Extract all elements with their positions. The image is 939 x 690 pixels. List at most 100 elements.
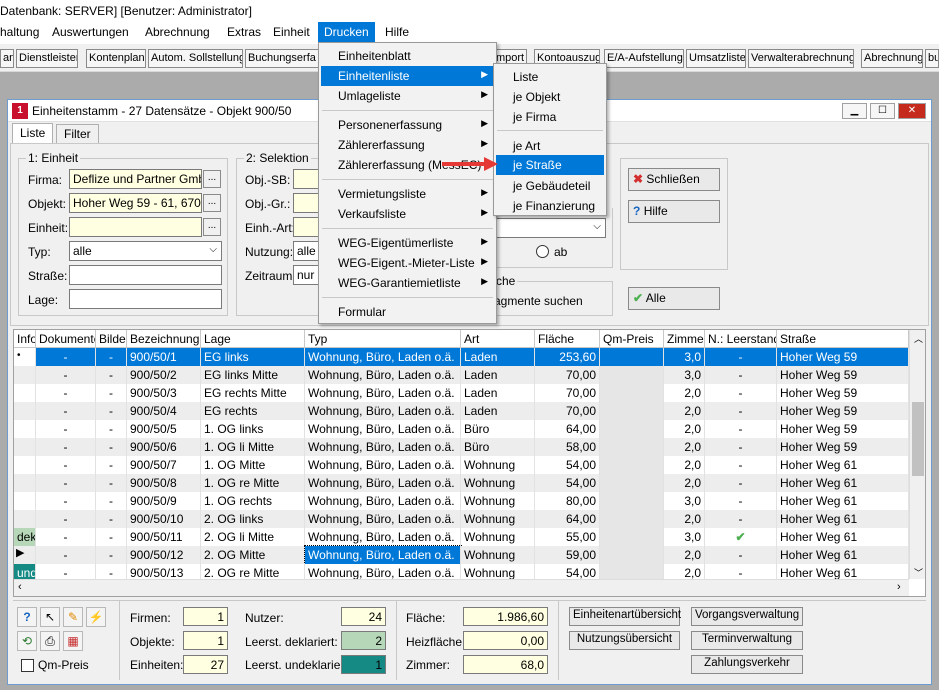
table-cell: Laden bbox=[461, 348, 535, 366]
table-row[interactable]: - -900/50/4 EG rechts Wohnung, Büro, Laden … bbox=[14, 402, 909, 420]
column-header[interactable]: Bezeichnung bbox=[127, 330, 201, 348]
table-cell: Wohnung bbox=[461, 528, 535, 546]
typ-select[interactable]: alle ⌵ bbox=[69, 241, 222, 261]
vertical-scrollbar[interactable]: ︿ ﹀ bbox=[909, 330, 925, 579]
vorgangsverwaltung-button[interactable]: Vorgangsverwaltung bbox=[691, 607, 803, 626]
zahlungsverkehr-button[interactable]: Zahlungsverkehr bbox=[691, 655, 803, 674]
scroll-down-icon[interactable]: ﹀ bbox=[914, 566, 923, 579]
toolbar-btn-dienstleister[interactable]: Dienstleister bbox=[16, 49, 78, 68]
column-header[interactable]: Straße bbox=[777, 330, 909, 348]
maximize-icon[interactable]: ☐ bbox=[870, 103, 895, 119]
refresh-icon[interactable]: ⟲ bbox=[17, 631, 37, 651]
menu-weg-eigent-mieter-liste[interactable]: WEG-Eigent.-Mieter-Liste ▶ bbox=[321, 253, 494, 273]
column-header[interactable]: N.: Leerstand bbox=[705, 330, 777, 348]
submenu-liste[interactable]: Liste bbox=[496, 67, 604, 87]
menu-zaehlererfassung[interactable]: Zählererfassung ▶ bbox=[321, 135, 494, 155]
strasse-field[interactable] bbox=[69, 265, 222, 285]
table-row[interactable]: - -900/50/1 EG links Wohnung, Büro, Laden o… bbox=[14, 348, 909, 366]
table-row[interactable]: - -900/50/3 EG rechts Mitte Wohnung, Büro, … bbox=[14, 384, 909, 402]
close-button[interactable]: ✖ Schließen bbox=[628, 168, 720, 191]
table-cell bbox=[600, 348, 664, 366]
toolbar-btn-kontenplan[interactable]: Kontenplan bbox=[86, 49, 146, 68]
menu-vermietungsliste[interactable]: Vermietungsliste ▶ bbox=[321, 184, 494, 204]
horizontal-scrollbar[interactable]: ‹ › bbox=[14, 579, 909, 596]
qm-preis-checkbox[interactable] bbox=[21, 659, 34, 672]
menu-umlageliste[interactable]: Umlageliste ▶ bbox=[321, 86, 494, 106]
objekt-field[interactable]: Hoher Weg 59 - 61, 67059 bbox=[69, 193, 202, 213]
menu-einheitenblatt[interactable]: Einheitenblatt bbox=[321, 46, 494, 66]
column-header[interactable]: Qm-Preis bbox=[600, 330, 664, 348]
table-row[interactable]: - -900/50/6 1. OG li Mitte Wohnung, Büro, L… bbox=[14, 438, 909, 456]
toolbar-btn-11[interactable]: bu bbox=[925, 49, 939, 68]
menu-hilfe[interactable]: Hilfe bbox=[385, 25, 409, 39]
scroll-thumb[interactable] bbox=[912, 402, 924, 476]
menu-verkaufsliste[interactable]: Verkaufsliste ▶ bbox=[321, 204, 494, 224]
scroll-up-icon[interactable]: ︿ bbox=[914, 332, 923, 345]
table-row[interactable]: - -900/50/12 2. OG Mitte Wohnung, Büro, Lad… bbox=[14, 545, 909, 565]
column-header[interactable]: Typ bbox=[305, 330, 461, 348]
toolbar-btn-umsatzliste[interactable]: Umsatzliste bbox=[686, 49, 746, 68]
table-row[interactable]: - -900/50/10 2. OG links Wohnung, Büro, Lad… bbox=[14, 510, 909, 528]
all-button[interactable]: ✔ Alle bbox=[628, 287, 720, 310]
toolbar-btn-abrechnung[interactable]: Abrechnung bbox=[861, 49, 923, 68]
menu-verwaltung[interactable]: haltung bbox=[0, 25, 39, 39]
help-button[interactable]: ? Hilfe bbox=[628, 200, 720, 223]
column-header[interactable]: Art bbox=[461, 330, 535, 348]
objekt-browse-button[interactable]: ... bbox=[203, 194, 221, 212]
toolbar-btn-sollstellung[interactable]: Autom. Sollstellung bbox=[148, 49, 243, 68]
table-row[interactable]: - -900/50/2 EG links Mitte Wohnung, Büro, L… bbox=[14, 366, 909, 384]
menu-drucken[interactable]: Drucken bbox=[318, 22, 375, 44]
table-cell: - bbox=[705, 384, 777, 402]
table-row[interactable]: - -900/50/7 1. OG Mitte Wohnung, Büro, Lade… bbox=[14, 456, 909, 474]
toolbar-btn-buchungserfassung[interactable]: Buchungserfa bbox=[245, 49, 320, 68]
grid-view-icon[interactable]: ▦ bbox=[63, 631, 83, 651]
submenu-je-firma[interactable]: je Firma bbox=[496, 107, 604, 127]
submenu-je-objekt[interactable]: je Objekt bbox=[496, 87, 604, 107]
einheit-browse-button[interactable]: ... bbox=[203, 218, 221, 236]
table-row[interactable]: - -900/50/5 1. OG links Wohnung, Büro, Lade… bbox=[14, 420, 909, 438]
scroll-left-icon[interactable]: ‹ bbox=[18, 581, 22, 593]
toolbar-btn-0[interactable]: ant bbox=[0, 49, 14, 68]
table-row[interactable]: dekl--900/50/112. OG li MitteWohnung, Bü… bbox=[14, 528, 909, 546]
firma-field[interactable]: Deflize und Partner GmbH bbox=[69, 169, 202, 189]
submenu-je-art[interactable]: je Art bbox=[496, 136, 604, 156]
menu-weg-eigentuemerliste[interactable]: WEG-Eigentümerliste ▶ bbox=[321, 233, 494, 253]
menu-auswertungen[interactable]: Auswertungen bbox=[52, 25, 129, 39]
menu-extras[interactable]: Extras bbox=[227, 25, 261, 39]
pointer-icon[interactable]: ↖ bbox=[40, 607, 60, 627]
tab-liste[interactable]: Liste bbox=[12, 123, 54, 144]
terminverwaltung-button[interactable]: Terminverwaltung bbox=[691, 631, 803, 650]
column-header[interactable]: Lage bbox=[201, 330, 305, 348]
menu-einheitenliste[interactable]: Einheitenliste ▶ bbox=[321, 66, 494, 86]
submenu-je-finanzierung[interactable]: je Finanzierung bbox=[496, 196, 604, 216]
firma-browse-button[interactable]: ... bbox=[203, 170, 221, 188]
menu-weg-garantiemietliste[interactable]: WEG-Garantiemietliste ▶ bbox=[321, 273, 494, 293]
column-header[interactable]: Fläche bbox=[535, 330, 600, 348]
table-row[interactable]: - -900/50/9 1. OG rechts Wohnung, Büro, Lad… bbox=[14, 492, 909, 510]
close-icon[interactable]: ✕ bbox=[898, 103, 926, 119]
column-header[interactable]: Dokumente bbox=[36, 330, 96, 348]
toolbar-btn-ea-aufstellung[interactable]: E/A-Aufstellung bbox=[604, 49, 684, 68]
lage-field[interactable] bbox=[69, 289, 222, 309]
table-row[interactable]: - -900/50/8 1. OG re Mitte Wohnung, Büro, L… bbox=[14, 474, 909, 492]
pencil-icon[interactable]: ✎ bbox=[63, 607, 83, 627]
submenu-je-strasse[interactable]: je Straße bbox=[496, 155, 604, 175]
minimize-icon[interactable]: ▁ bbox=[842, 103, 867, 119]
menu-abrechnung[interactable]: Abrechnung bbox=[145, 25, 210, 39]
column-header[interactable]: Zimmer bbox=[664, 330, 705, 348]
tab-filter[interactable]: Filter bbox=[56, 124, 99, 143]
help-icon[interactable]: ? bbox=[17, 607, 37, 627]
column-header[interactable]: Info bbox=[14, 330, 36, 348]
toolbar-btn-verwalterabrechnung[interactable]: Verwalterabrechnung bbox=[748, 49, 854, 68]
scroll-right-icon[interactable]: › bbox=[897, 581, 901, 593]
menu-einheit[interactable]: Einheit bbox=[273, 25, 310, 39]
column-header[interactable]: Bilder bbox=[96, 330, 127, 348]
submenu-je-gebaeudeteil[interactable]: je Gebäudeteil bbox=[496, 176, 604, 196]
nutzungsuebersicht-button[interactable]: Nutzungsübersicht bbox=[569, 631, 680, 650]
printer-icon[interactable]: ⎙ bbox=[40, 631, 60, 651]
lightning-icon[interactable]: ⚡ bbox=[86, 607, 106, 627]
einheitenartuebersicht-button[interactable]: Einheitenartübersicht bbox=[569, 607, 681, 626]
menu-formular[interactable]: Formular bbox=[321, 302, 494, 322]
menu-personenerfassung[interactable]: Personenerfassung ▶ bbox=[321, 115, 494, 135]
einheit-field[interactable] bbox=[69, 217, 202, 237]
